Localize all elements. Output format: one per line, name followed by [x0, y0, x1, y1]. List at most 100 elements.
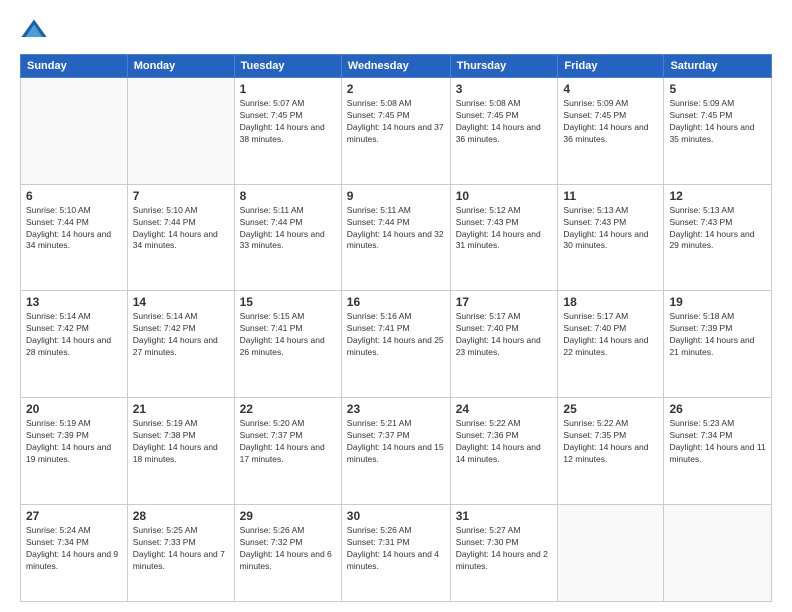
day-info: Sunrise: 5:24 AMSunset: 7:34 PMDaylight:… [26, 525, 122, 573]
day-info: Sunrise: 5:22 AMSunset: 7:36 PMDaylight:… [456, 418, 553, 466]
day-info: Sunrise: 5:14 AMSunset: 7:42 PMDaylight:… [133, 311, 229, 359]
calendar-cell: 3 Sunrise: 5:08 AMSunset: 7:45 PMDaylight… [450, 78, 558, 185]
calendar-cell [558, 504, 664, 601]
day-number: 19 [669, 295, 766, 309]
day-number: 5 [669, 82, 766, 96]
header [20, 16, 772, 44]
day-info: Sunrise: 5:15 AMSunset: 7:41 PMDaylight:… [240, 311, 336, 359]
day-number: 6 [26, 189, 122, 203]
day-info: Sunrise: 5:12 AMSunset: 7:43 PMDaylight:… [456, 205, 553, 253]
calendar-week-row: 27 Sunrise: 5:24 AMSunset: 7:34 PMDayligh… [21, 504, 772, 601]
day-number: 13 [26, 295, 122, 309]
calendar-cell: 4 Sunrise: 5:09 AMSunset: 7:45 PMDaylight… [558, 78, 664, 185]
day-number: 24 [456, 402, 553, 416]
day-info: Sunrise: 5:10 AMSunset: 7:44 PMDaylight:… [133, 205, 229, 253]
day-number: 2 [347, 82, 445, 96]
calendar-cell: 19 Sunrise: 5:18 AMSunset: 7:39 PMDayligh… [664, 291, 772, 398]
logo [20, 16, 52, 44]
day-number: 7 [133, 189, 229, 203]
day-number: 28 [133, 509, 229, 523]
calendar-week-row: 6 Sunrise: 5:10 AMSunset: 7:44 PMDaylight… [21, 184, 772, 291]
calendar-cell: 14 Sunrise: 5:14 AMSunset: 7:42 PMDayligh… [127, 291, 234, 398]
day-number: 18 [563, 295, 658, 309]
day-info: Sunrise: 5:21 AMSunset: 7:37 PMDaylight:… [347, 418, 445, 466]
day-info: Sunrise: 5:26 AMSunset: 7:31 PMDaylight:… [347, 525, 445, 573]
day-number: 23 [347, 402, 445, 416]
calendar-cell: 12 Sunrise: 5:13 AMSunset: 7:43 PMDayligh… [664, 184, 772, 291]
day-number: 15 [240, 295, 336, 309]
day-info: Sunrise: 5:17 AMSunset: 7:40 PMDaylight:… [563, 311, 658, 359]
calendar-cell: 30 Sunrise: 5:26 AMSunset: 7:31 PMDayligh… [341, 504, 450, 601]
calendar-cell: 22Sunrise: 5:20 AMSunset: 7:37 PMDayligh… [234, 398, 341, 505]
day-info: Sunrise: 5:26 AMSunset: 7:32 PMDaylight:… [240, 525, 336, 573]
calendar-cell: 17 Sunrise: 5:17 AMSunset: 7:40 PMDayligh… [450, 291, 558, 398]
calendar-cell: 2 Sunrise: 5:08 AMSunset: 7:45 PMDaylight… [341, 78, 450, 185]
day-info: Sunrise: 5:14 AMSunset: 7:42 PMDaylight:… [26, 311, 122, 359]
calendar-cell: 6 Sunrise: 5:10 AMSunset: 7:44 PMDaylight… [21, 184, 128, 291]
calendar-cell: 5 Sunrise: 5:09 AMSunset: 7:45 PMDaylight… [664, 78, 772, 185]
day-info: Sunrise: 5:18 AMSunset: 7:39 PMDaylight:… [669, 311, 766, 359]
calendar-cell: 21 Sunrise: 5:19 AMSunset: 7:38 PMDayligh… [127, 398, 234, 505]
calendar-cell: 1 Sunrise: 5:07 AMSunset: 7:45 PMDaylight… [234, 78, 341, 185]
day-info: Sunrise: 5:25 AMSunset: 7:33 PMDaylight:… [133, 525, 229, 573]
day-info: Sunrise: 5:09 AMSunset: 7:45 PMDaylight:… [669, 98, 766, 146]
day-number: 9 [347, 189, 445, 203]
day-number: 20 [26, 402, 122, 416]
calendar-cell: 28 Sunrise: 5:25 AMSunset: 7:33 PMDayligh… [127, 504, 234, 601]
calendar-header-saturday: Saturday [664, 55, 772, 78]
day-number: 12 [669, 189, 766, 203]
day-number: 8 [240, 189, 336, 203]
calendar-header-sunday: Sunday [21, 55, 128, 78]
day-info: Sunrise: 5:13 AMSunset: 7:43 PMDaylight:… [669, 205, 766, 253]
day-number: 26 [669, 402, 766, 416]
day-number: 10 [456, 189, 553, 203]
calendar-cell: 31 Sunrise: 5:27 AMSunset: 7:30 PMDayligh… [450, 504, 558, 601]
calendar-week-row: 20 Sunrise: 5:19 AMSunset: 7:39 PMDayligh… [21, 398, 772, 505]
calendar-week-row: 13 Sunrise: 5:14 AMSunset: 7:42 PMDayligh… [21, 291, 772, 398]
calendar-header-tuesday: Tuesday [234, 55, 341, 78]
calendar-header-monday: Monday [127, 55, 234, 78]
day-info: Sunrise: 5:08 AMSunset: 7:45 PMDaylight:… [347, 98, 445, 146]
day-number: 25 [563, 402, 658, 416]
calendar-cell: 23 Sunrise: 5:21 AMSunset: 7:37 PMDayligh… [341, 398, 450, 505]
day-number: 1 [240, 82, 336, 96]
day-number: 17 [456, 295, 553, 309]
calendar-cell: 8 Sunrise: 5:11 AMSunset: 7:44 PMDaylight… [234, 184, 341, 291]
calendar-cell: 24 Sunrise: 5:22 AMSunset: 7:36 PMDayligh… [450, 398, 558, 505]
calendar-cell: 27 Sunrise: 5:24 AMSunset: 7:34 PMDayligh… [21, 504, 128, 601]
logo-icon [20, 16, 48, 44]
day-number: 21 [133, 402, 229, 416]
day-info: Sunrise: 5:22 AMSunset: 7:35 PMDaylight:… [563, 418, 658, 466]
calendar-cell: 18 Sunrise: 5:17 AMSunset: 7:40 PMDayligh… [558, 291, 664, 398]
calendar-cell [664, 504, 772, 601]
calendar-cell: 11Sunrise: 5:13 AMSunset: 7:43 PMDayligh… [558, 184, 664, 291]
day-number: 31 [456, 509, 553, 523]
day-info: Sunrise: 5:19 AMSunset: 7:38 PMDaylight:… [133, 418, 229, 466]
day-info: Sunrise: 5:11 AMSunset: 7:44 PMDaylight:… [347, 205, 445, 253]
day-number: 3 [456, 82, 553, 96]
day-number: 29 [240, 509, 336, 523]
calendar-cell: 15 Sunrise: 5:15 AMSunset: 7:41 PMDayligh… [234, 291, 341, 398]
calendar-header-friday: Friday [558, 55, 664, 78]
calendar-body: 1 Sunrise: 5:07 AMSunset: 7:45 PMDaylight… [21, 78, 772, 602]
calendar-cell: 13 Sunrise: 5:14 AMSunset: 7:42 PMDayligh… [21, 291, 128, 398]
day-number: 30 [347, 509, 445, 523]
day-number: 27 [26, 509, 122, 523]
calendar-cell [21, 78, 128, 185]
calendar-cell: 26 Sunrise: 5:23 AMSunset: 7:34 PMDayligh… [664, 398, 772, 505]
day-info: Sunrise: 5:27 AMSunset: 7:30 PMDaylight:… [456, 525, 553, 573]
day-info: Sunrise: 5:07 AMSunset: 7:45 PMDaylight:… [240, 98, 336, 146]
day-info: Sunrise: 5:10 AMSunset: 7:44 PMDaylight:… [26, 205, 122, 253]
day-number: 4 [563, 82, 658, 96]
day-info: Sunrise: 5:09 AMSunset: 7:45 PMDaylight:… [563, 98, 658, 146]
day-info: Sunrise: 5:08 AMSunset: 7:45 PMDaylight:… [456, 98, 553, 146]
day-info: Sunrise: 5:17 AMSunset: 7:40 PMDaylight:… [456, 311, 553, 359]
calendar-cell: 25 Sunrise: 5:22 AMSunset: 7:35 PMDayligh… [558, 398, 664, 505]
calendar-table: SundayMondayTuesdayWednesdayThursdayFrid… [20, 54, 772, 602]
day-info: Sunrise: 5:11 AMSunset: 7:44 PMDaylight:… [240, 205, 336, 253]
day-info: Sunrise: 5:23 AMSunset: 7:34 PMDaylight:… [669, 418, 766, 466]
calendar-cell: 7 Sunrise: 5:10 AMSunset: 7:44 PMDaylight… [127, 184, 234, 291]
calendar-cell: 9 Sunrise: 5:11 AMSunset: 7:44 PMDaylight… [341, 184, 450, 291]
day-info: Sunrise: 5:19 AMSunset: 7:39 PMDaylight:… [26, 418, 122, 466]
day-number: 14 [133, 295, 229, 309]
